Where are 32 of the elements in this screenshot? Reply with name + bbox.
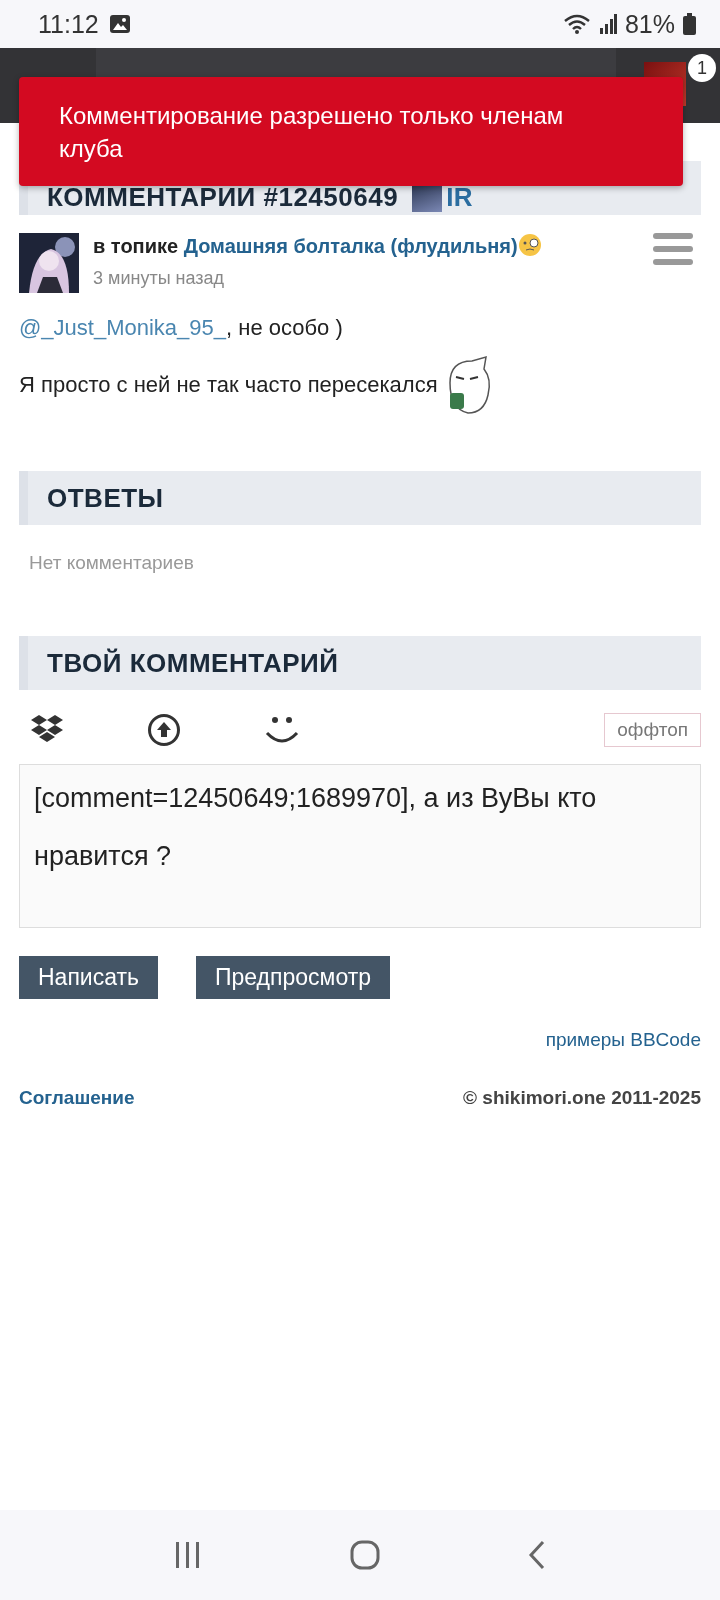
agreement-link[interactable]: Соглашение [19, 1087, 135, 1109]
signal-icon [598, 14, 617, 34]
home-icon[interactable] [350, 1540, 380, 1570]
image-icon [108, 14, 131, 34]
copyright: © shikimori.one 2011-2025 [463, 1087, 701, 1109]
offtopic-toggle[interactable]: оффтоп [604, 713, 701, 747]
upload-icon[interactable] [147, 713, 181, 747]
monocle-emoji-icon [517, 233, 542, 257]
mention-link[interactable]: @_Just_Monika_95_ [19, 315, 226, 340]
submit-button[interactable]: Написать [19, 956, 158, 999]
recent-apps-icon[interactable] [174, 1542, 202, 1568]
topic-link[interactable]: Домашняя болталка (флудильня) [183, 235, 518, 257]
menu-icon[interactable] [653, 233, 693, 265]
battery-icon [683, 13, 696, 35]
section-title: ТВОЙ КОММЕНТАРИЙ [47, 647, 339, 679]
battery-percent: 81% [624, 9, 675, 39]
back-icon[interactable] [528, 1540, 546, 1570]
comment-text: Я просто с ней не так часто пересекался [19, 372, 438, 398]
bbcode-link[interactable]: примеры BBCode [545, 1029, 701, 1050]
topic-line: в топике Домашняя болталка (флудильня) [93, 233, 639, 258]
smiley-icon[interactable] [265, 715, 299, 745]
dropbox-icon[interactable] [31, 715, 63, 745]
notification-count: 1 [688, 54, 716, 82]
empty-message: Нет комментариев [29, 552, 195, 574]
wifi-icon [562, 13, 591, 35]
timestamp: 3 минуты назад [93, 268, 226, 289]
comment-input[interactable]: [comment=12450649;1689970], а из ВуВы кто нравится ? [19, 764, 701, 928]
comment-text: @_Just_Monika_95_, не особо ) [19, 315, 344, 341]
section-title: ОТВЕТЫ [47, 482, 164, 514]
clock: 11:12 [38, 9, 99, 39]
preview-button[interactable]: Предпросмотр [196, 956, 390, 999]
error-toast: Комментирование разрешено только членам клуба [19, 77, 683, 186]
